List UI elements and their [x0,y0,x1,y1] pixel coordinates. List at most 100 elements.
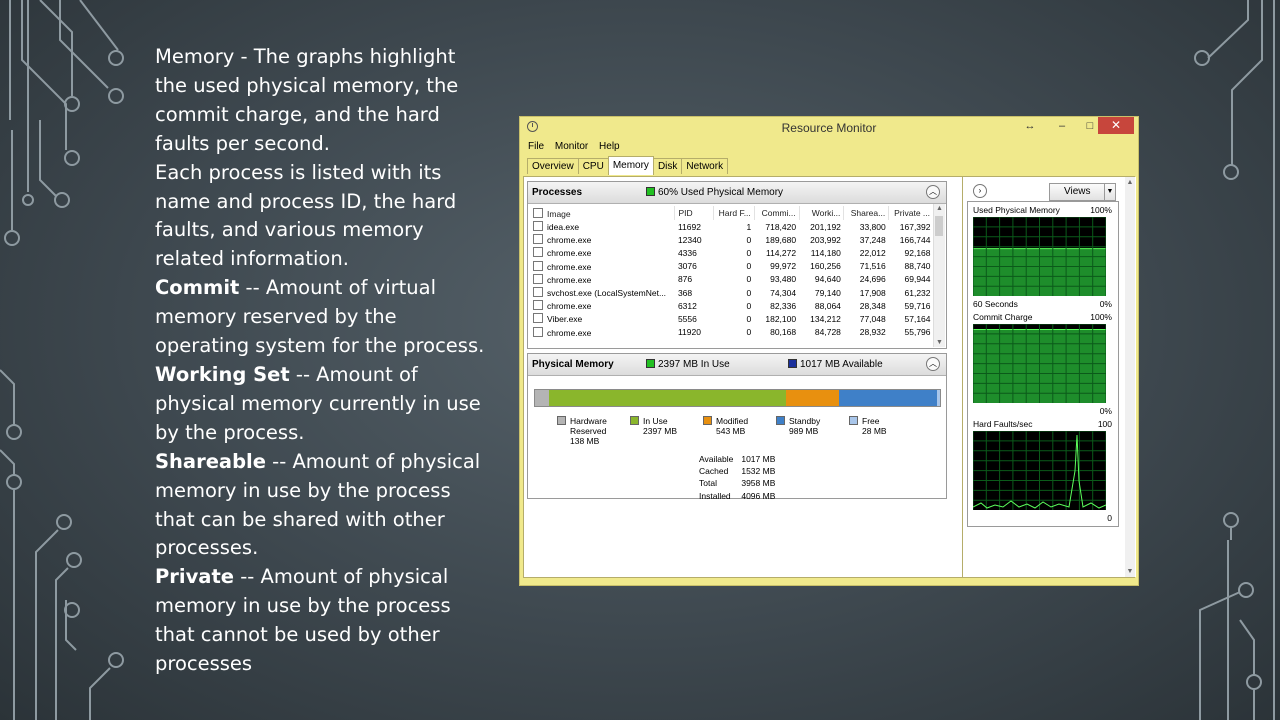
table-cell: 0 [746,274,752,285]
legend-value: 2397 MB [643,426,678,436]
scroll-down-icon[interactable]: ▼ [1125,568,1135,575]
table-cell: chrome.exe [530,260,675,273]
row-checkbox[interactable] [533,260,543,271]
processes-scrollbar[interactable]: ▲ ▼ [933,204,945,347]
menu-file[interactable]: File [528,141,544,152]
column-header-image[interactable]: Image [530,206,676,220]
commit-charge-min: 0% [1099,406,1112,416]
table-cell: 24,696 [859,274,886,285]
row-checkbox[interactable] [533,313,543,324]
row-checkbox[interactable] [533,287,543,298]
column-header-commit[interactable]: Commi... [754,206,800,220]
legend-swatch [776,416,785,425]
table-cell: 99,972 [770,261,797,272]
row-checkbox[interactable] [533,234,543,245]
legend-swatch [630,416,639,425]
table-cell: chrome.exe [530,233,675,246]
memory-bar-segment [839,390,938,406]
table-cell: idea.exe [530,220,675,233]
table-cell: 0 [746,313,752,324]
table-row[interactable]: chrome.exe 6312 0 82,336 88,064 28,348 59,716 [530,299,934,312]
process-name: Viber.exe [547,314,583,325]
minimize-button[interactable]: – [1050,118,1074,134]
table-row[interactable]: chrome.exe 4336 0 114,272 114,180 22,012 92,16… [530,246,934,259]
table-cell: 189,680 [765,234,797,245]
menu-help[interactable]: Help [599,141,620,152]
window-title: Resource Monitor [781,121,877,135]
table-row[interactable]: chrome.exe 12340 0 189,680 203,992 37,248 166,… [530,233,934,246]
select-all-checkbox[interactable] [533,207,543,218]
column-header-hard-faults[interactable]: Hard F... [713,206,755,220]
row-checkbox[interactable] [533,273,543,284]
column-header-private[interactable]: Private ... [888,206,934,220]
table-row[interactable]: chrome.exe 11920 0 80,168 84,728 28,932 55,796 [530,326,934,339]
commit-charge-graph [973,324,1106,403]
summary-row: Cached 1532 MB [699,466,781,476]
table-cell: Viber.exe [530,312,675,325]
table-cell: 0 [746,287,752,298]
scroll-up-icon[interactable]: ▲ [934,205,945,212]
tab-cpu[interactable]: CPU [577,158,609,174]
physical-memory-panel-header[interactable]: Physical Memory 2397 MB In Use 1017 MB A… [528,354,946,376]
column-header-pid[interactable]: PID [674,206,714,220]
title-bar[interactable]: Resource Monitor ↔ – □ ✕ [520,117,1138,137]
table-cell: 0 [746,234,752,245]
tab-overview[interactable]: Overview [527,158,579,174]
process-name: chrome.exe [547,235,592,246]
row-checkbox[interactable] [533,221,543,232]
processes-panel-header[interactable]: Processes 60% Used Physical Memory ︿ [528,182,946,204]
memory-bar-segment [937,390,940,406]
summary-row: Available 1017 MB [699,454,781,464]
row-checkbox[interactable] [533,300,543,311]
process-name: chrome.exe [547,274,592,285]
table-cell: 84,728 [814,327,841,338]
views-dropdown[interactable]: Views ▼ [1049,183,1116,201]
legend-label: Hardware Reserved [570,416,607,436]
term-commit: Commit -- Amount of virtual memory reser… [155,274,490,361]
memory-bar-segment [785,390,840,406]
legend-swatch [849,416,858,425]
restore-icon[interactable]: ↔ [1018,118,1042,134]
expand-arrow-icon[interactable]: › [973,184,987,198]
process-name: chrome.exe [547,248,592,259]
used-physical-memory-label: Used Physical Memory [973,205,1060,215]
tab-disk[interactable]: Disk [652,158,683,174]
processes-panel: Processes 60% Used Physical Memory ︿ Ima… [527,181,947,349]
available-status-text: 1017 MB Available [800,359,883,370]
hard-faults-label: Hard Faults/sec [973,419,1033,429]
collapse-icon[interactable]: ︿ [926,357,940,371]
table-cell: 28,348 [859,300,886,311]
scroll-up-icon[interactable]: ▲ [1125,179,1135,186]
table-cell: 0 [746,327,752,338]
table-cell: chrome.exe [530,273,675,286]
graph-pane-scrollbar[interactable]: ▲ ▼ [1125,177,1135,577]
scroll-thumb[interactable] [935,216,943,236]
summary-value: 4096 MB [741,490,776,501]
table-row[interactable]: chrome.exe 3076 0 99,972 160,256 71,516 88,740 [530,260,934,273]
tab-network[interactable]: Network [681,158,729,174]
table-cell: 59,716 [904,300,931,311]
close-button[interactable]: ✕ [1098,117,1134,134]
table-cell: 61,232 [904,287,931,298]
table-cell: 37,248 [859,234,886,245]
tab-memory[interactable]: Memory [607,156,654,175]
used-physical-memory-max: 100% [1090,205,1112,215]
row-checkbox[interactable] [533,247,543,258]
table-cell: 0 [746,261,752,272]
column-header-shareable[interactable]: Sharea... [843,206,890,220]
table-row[interactable]: chrome.exe 876 0 93,480 94,640 24,696 69,944 [530,273,934,286]
table-row[interactable]: svchost.exe (LocalSystemNet... 368 0 74,304… [530,286,934,299]
legend-hardware-reserved: Hardware Reserved 138 MB [557,416,618,446]
table-row[interactable]: Viber.exe 5556 0 182,100 134,212 77,048 57,164 [530,312,934,325]
collapse-icon[interactable]: ︿ [926,185,940,199]
table-cell: 28,932 [859,327,886,338]
menu-monitor[interactable]: Monitor [555,141,588,152]
row-checkbox[interactable] [533,326,543,337]
table-cell: 22,012 [859,247,886,258]
column-header-working-set[interactable]: Worki... [799,206,845,220]
scroll-down-icon[interactable]: ▼ [934,339,945,346]
table-cell: 82,336 [770,300,797,311]
table-row[interactable]: idea.exe 11692 1 718,420 201,192 33,800 167,39… [530,220,934,233]
hard-faults-max: 100 [1097,419,1112,429]
physical-memory-panel: Physical Memory 2397 MB In Use 1017 MB A… [527,353,947,501]
